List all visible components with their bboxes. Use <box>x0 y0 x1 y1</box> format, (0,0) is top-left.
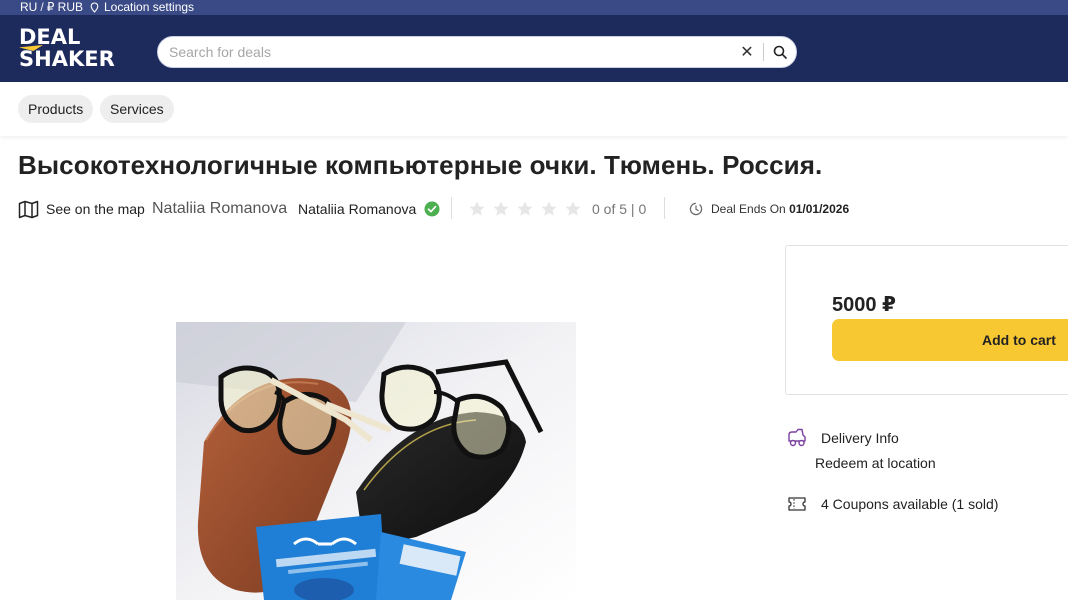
delivery-info: Delivery Info <box>786 427 899 449</box>
search-icon <box>773 45 787 59</box>
product-photo-graphic <box>176 322 576 600</box>
star-icon <box>493 201 509 216</box>
see-on-map-label: See on the map <box>46 201 145 217</box>
rating-stars[interactable] <box>468 197 582 221</box>
see-on-map-link[interactable]: See on the map <box>18 197 145 221</box>
seller-name: Nataliia Romanova <box>298 201 417 217</box>
purchase-card: 5000 ₽ Add to cart <box>785 245 1068 395</box>
deal-ends-date: 01/01/2026 <box>789 202 850 216</box>
delivery-icon <box>786 427 808 449</box>
star-icon <box>469 201 485 216</box>
locale-separator: / <box>40 0 44 14</box>
add-to-cart-button[interactable]: Add to cart <box>832 319 1068 361</box>
search-button[interactable] <box>764 37 796 67</box>
deal-ends-label: Deal Ends On <box>711 202 786 216</box>
coupons-info: 4 Coupons available (1 sold) <box>786 493 998 515</box>
category-bar: Products Services <box>0 82 1068 136</box>
deal-price: 5000 ₽ <box>832 294 896 316</box>
site-header: DEAL SHAKER ✕ <box>0 15 1068 82</box>
language-label[interactable]: RU <box>20 1 37 14</box>
rating-summary: 0 of 5 | 0 <box>592 201 647 217</box>
clock-icon <box>689 202 703 216</box>
location-settings-link[interactable]: Location settings <box>104 1 194 14</box>
deal-meta-row: See on the map Nataliia Romanova Natalii… <box>18 197 1058 221</box>
deal-title: Высокотехнологичные компьютерные очки. Т… <box>18 150 823 180</box>
location-pin-icon <box>90 2 99 13</box>
delivery-info-label: Delivery Info <box>821 430 899 446</box>
delivery-method: Redeem at location <box>815 455 936 471</box>
map-icon <box>18 200 39 218</box>
logo-line-2: SHAKER <box>19 47 115 71</box>
search-bar: ✕ <box>157 36 797 68</box>
category-chip-products[interactable]: Products <box>18 95 94 123</box>
coupons-available: 4 Coupons available (1 sold) <box>821 496 999 512</box>
logo-line-1: DEAL <box>19 25 81 49</box>
star-icon <box>565 201 581 216</box>
category-chip-services[interactable]: Services <box>100 95 174 123</box>
locale-bar: RU / ₽ RUB Location settings <box>0 0 1068 15</box>
product-photo[interactable] <box>176 322 576 600</box>
coupon-icon <box>786 493 808 515</box>
currency-label[interactable]: ₽ RUB <box>47 1 83 14</box>
star-icon <box>517 201 533 216</box>
close-icon[interactable]: ✕ <box>737 42 757 62</box>
search-input[interactable] <box>169 38 737 66</box>
seller-name-link[interactable]: Nataliia Romanova <box>152 197 287 221</box>
verified-check-icon <box>424 201 440 217</box>
meta-divider <box>664 197 665 219</box>
deal-shaker-logo[interactable]: DEAL SHAKER <box>19 27 123 71</box>
star-icon <box>541 201 557 216</box>
meta-divider <box>451 197 452 219</box>
seller-profile-link[interactable]: Nataliia Romanova <box>298 197 440 221</box>
deal-ends: Deal Ends On 01/01/2026 <box>689 197 849 221</box>
